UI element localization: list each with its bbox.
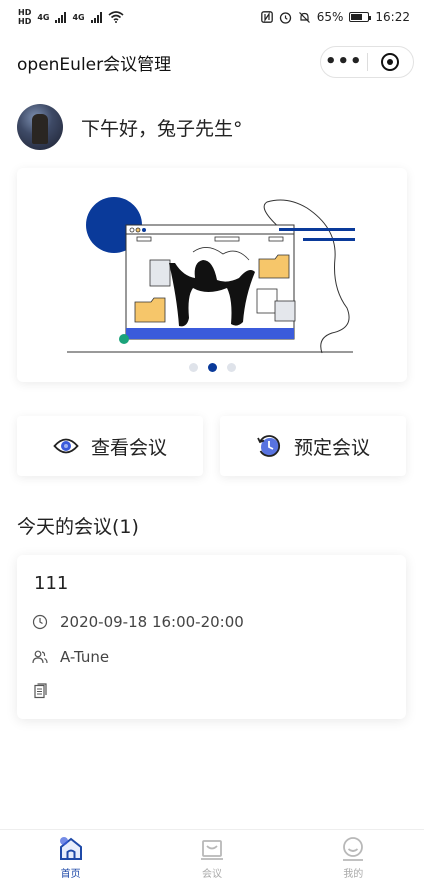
document-icon	[34, 683, 47, 699]
tab-home[interactable]: 首页	[0, 830, 141, 885]
illustration-blue-bar	[126, 328, 294, 339]
tab-bar: 首页 会议 我的	[0, 829, 424, 885]
carousel-dot[interactable]	[188, 363, 198, 372]
tab-home-label: 首页	[60, 869, 81, 880]
target-circle-icon	[381, 53, 400, 71]
meeting-group-row: A-Tune	[32, 648, 109, 666]
battery-icon	[349, 12, 372, 22]
more-dots-icon: •••	[324, 51, 363, 72]
greeting-text: 下午好，兔子先生°	[81, 117, 243, 140]
hd-icon: HD HD	[18, 8, 32, 26]
close-mini-program-button[interactable]	[368, 47, 414, 77]
meeting-card[interactable]: 111 2020-09-18 16:00-20:00 A-Tune	[17, 555, 406, 719]
signal-icon	[55, 11, 67, 23]
mini-program-capsule: •••	[320, 46, 414, 78]
tab-meetings-label: 会议	[201, 869, 222, 880]
network-type-2: 4G	[72, 12, 85, 22]
page-title: openEuler会议管理	[17, 54, 172, 75]
meeting-name: 111	[34, 573, 69, 594]
meeting-time: 2020-09-18 16:00-20:00	[60, 613, 244, 631]
battery-percent: 65%	[316, 10, 344, 24]
meeting-icon	[200, 840, 223, 860]
mute-icon	[298, 11, 310, 23]
eye-icon	[53, 438, 79, 454]
wifi-icon	[108, 11, 124, 23]
network-type-1: 4G	[37, 12, 50, 22]
avatar[interactable]	[17, 104, 63, 150]
book-meeting-label: 预定会议	[293, 436, 370, 459]
banner-illustration	[67, 197, 355, 354]
battery-fill	[351, 14, 362, 20]
status-right: 65% 16:22	[260, 10, 410, 24]
alarm-icon	[279, 11, 291, 24]
nfc-icon	[260, 11, 273, 23]
carousel-dot-active[interactable]	[207, 363, 217, 372]
user-group-icon	[32, 650, 48, 664]
view-meetings-button[interactable]: 查看会议	[17, 416, 203, 476]
clock-icon	[32, 614, 48, 630]
banner-carousel[interactable]	[17, 168, 407, 382]
tab-profile-label: 我的	[343, 869, 364, 880]
nav-bar: openEuler会议管理 •••	[0, 40, 424, 84]
meeting-notes-row	[32, 683, 60, 699]
status-bar: HD HD 4G 4G 65% 16:22	[0, 0, 424, 34]
book-meeting-button[interactable]: 预定会议	[220, 416, 406, 476]
tab-profile[interactable]: 我的	[283, 830, 424, 885]
profile-icon	[343, 837, 364, 861]
clock-refresh-icon	[257, 435, 281, 457]
signal-icon-2	[90, 11, 102, 23]
illustration-folder-1	[134, 297, 166, 323]
tab-meetings[interactable]: 会议	[141, 830, 282, 885]
carousel-dot[interactable]	[226, 363, 236, 372]
view-meetings-label: 查看会议	[90, 436, 167, 459]
more-menu-button[interactable]: •••	[321, 47, 367, 77]
carousel-indicators	[17, 363, 407, 372]
status-left: HD HD 4G 4G	[18, 8, 124, 26]
clock-time: 16:22	[375, 10, 410, 24]
home-icon	[59, 837, 82, 860]
meeting-group: A-Tune	[60, 648, 110, 666]
meeting-time-row: 2020-09-18 16:00-20:00	[32, 613, 244, 631]
greeting: 下午好，兔子先生°	[17, 104, 243, 150]
today-meetings-title: 今天的会议(1)	[17, 516, 139, 538]
